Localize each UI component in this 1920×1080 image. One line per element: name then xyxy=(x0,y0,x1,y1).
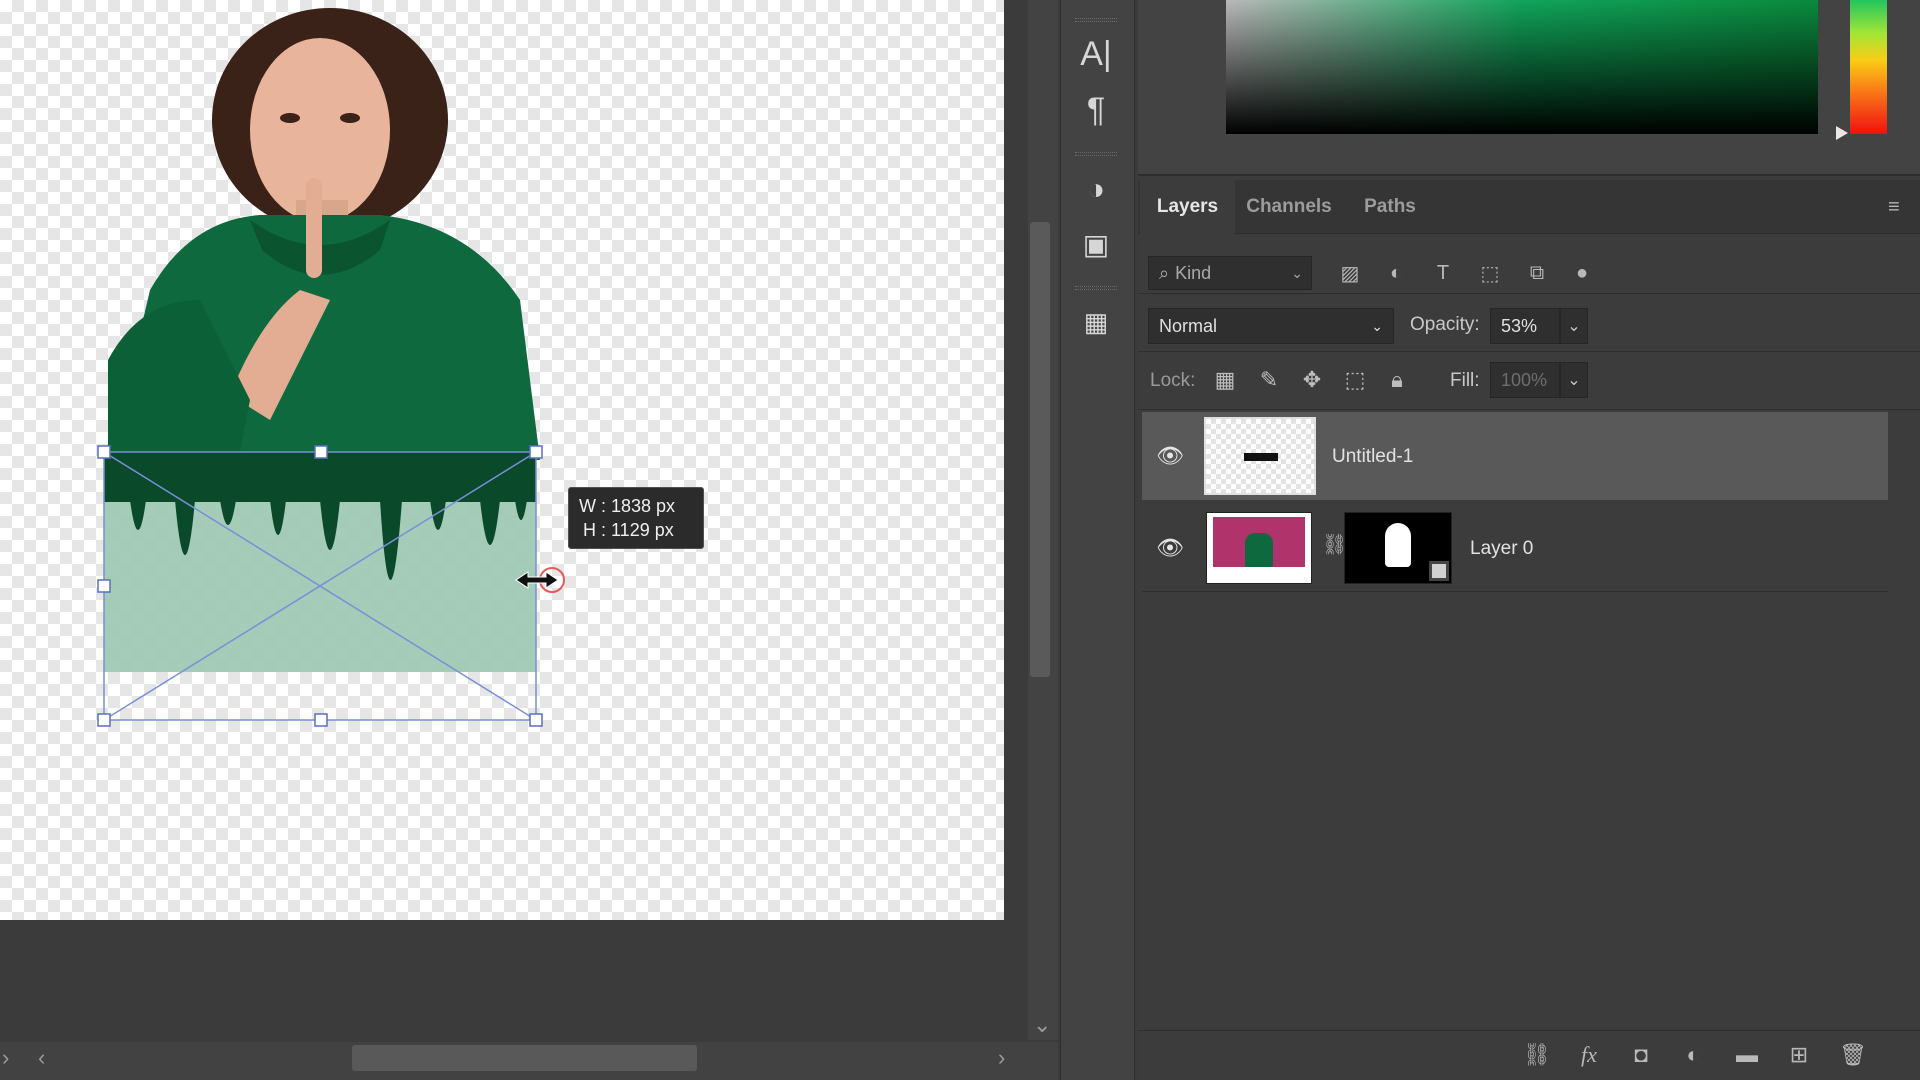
image-icon[interactable]: ▦ xyxy=(1072,300,1120,344)
panel-expand-icon[interactable]: › xyxy=(2,1045,9,1071)
lock-transparent-pixels-icon[interactable]: ▦ xyxy=(1210,364,1240,396)
adjustment-layer-filter-icon[interactable]: ◐ xyxy=(1380,258,1412,288)
transform-size-tooltip: W : 1838 px H : 1129 px xyxy=(568,487,704,549)
layer-row-untitled-1[interactable]: 👁︎ Untitled-1 xyxy=(1142,412,1888,500)
layer-thumbnail[interactable] xyxy=(1204,417,1316,495)
kind-filter-label: Kind xyxy=(1175,262,1212,283)
fx-icon[interactable]: fx xyxy=(1572,1040,1606,1070)
opacity-dropdown-icon[interactable]: ⌄ xyxy=(1560,308,1588,344)
mask-silhouette xyxy=(1385,523,1411,567)
hue-slider[interactable] xyxy=(1850,0,1887,134)
opacity-label: Opacity: xyxy=(1410,314,1480,335)
eye-icon[interactable]: 👁︎ xyxy=(1155,533,1185,563)
canvas-artwork xyxy=(97,8,565,727)
mask-badge-icon xyxy=(1429,561,1449,581)
lock-artboard-icon[interactable]: ⬚ xyxy=(1340,364,1370,396)
horizontal-scroll-thumb[interactable] xyxy=(352,1045,697,1071)
artboard-icon[interactable]: ▣ xyxy=(1072,222,1120,266)
lock-label: Lock: xyxy=(1150,370,1196,391)
strip-grip[interactable] xyxy=(1075,286,1117,290)
filter-toggle-icon[interactable]: ● xyxy=(1566,258,1598,288)
vertical-scroll-thumb[interactable] xyxy=(1030,222,1050,677)
scroll-right-icon[interactable]: › xyxy=(998,1045,1005,1071)
character-tool-icon[interactable]: A| xyxy=(1072,32,1120,76)
lock-all-icon[interactable]: 🔒︎ xyxy=(1382,364,1412,396)
document-canvas[interactable] xyxy=(0,0,1004,920)
layer-name[interactable]: Layer 0 xyxy=(1470,538,1533,560)
add-mask-icon[interactable]: ◘ xyxy=(1624,1040,1658,1070)
lock-image-pixels-icon[interactable]: ✎ xyxy=(1254,364,1284,396)
layer-mask-thumbnail[interactable] xyxy=(1344,512,1452,584)
lock-position-icon[interactable]: ✥ xyxy=(1297,364,1327,396)
delete-layer-icon[interactable]: 🗑︎ xyxy=(1836,1040,1870,1070)
eye-icon[interactable]: 👁︎ xyxy=(1155,441,1185,471)
tab-paths[interactable]: Paths xyxy=(1346,180,1434,234)
tooltip-height: H : 1129 px xyxy=(583,520,674,540)
fill-label: Fill: xyxy=(1450,370,1480,391)
new-group-icon[interactable]: ▬ xyxy=(1730,1040,1764,1070)
link-layers-icon[interactable]: ⛓︎ xyxy=(1520,1040,1554,1070)
drip-thumbnail-shape xyxy=(1244,453,1278,461)
panel-tool-strip xyxy=(1060,0,1135,1080)
tab-layers[interactable]: Layers xyxy=(1140,180,1235,234)
search-icon: ⌕ xyxy=(1159,262,1170,283)
strip-grip[interactable] xyxy=(1075,18,1117,22)
layer-name[interactable]: Untitled-1 xyxy=(1332,446,1413,468)
chevron-down-icon: ⌄ xyxy=(1371,317,1383,334)
layer-thumbnail[interactable] xyxy=(1206,512,1312,584)
hue-pointer-icon[interactable] xyxy=(1836,126,1848,140)
thumbnail-subject xyxy=(1245,533,1273,567)
fill-input[interactable]: 100% xyxy=(1490,362,1560,398)
scroll-left-icon[interactable]: ‹ xyxy=(38,1045,45,1071)
new-adjustment-layer-icon[interactable]: ◐ xyxy=(1676,1040,1710,1070)
new-layer-icon[interactable]: ⊞ xyxy=(1782,1040,1816,1070)
type-layer-filter-icon[interactable]: T xyxy=(1427,258,1459,288)
strip-grip[interactable] xyxy=(1075,152,1117,156)
fill-dropdown-icon[interactable]: ⌄ xyxy=(1560,362,1588,398)
chevron-down-icon: ⌄ xyxy=(1291,264,1303,281)
panel-menu-icon[interactable]: ≡ xyxy=(1888,196,1908,219)
scroll-down-icon[interactable]: ⌄ xyxy=(1033,1012,1051,1038)
adjustments-icon[interactable]: ◑ xyxy=(1072,168,1120,212)
paragraph-tool-icon[interactable]: ¶ xyxy=(1072,88,1120,132)
pixel-layer-filter-icon[interactable]: ▨ xyxy=(1334,258,1366,288)
shape-layer-filter-icon[interactable]: ⬚ xyxy=(1474,258,1506,288)
smart-object-filter-icon[interactable]: ⧉ xyxy=(1521,258,1553,288)
opacity-input[interactable]: 53% xyxy=(1490,308,1560,344)
tab-channels[interactable]: Channels xyxy=(1236,180,1342,234)
layer-row-layer-0[interactable]: 👁︎ ⛓︎ Layer 0 xyxy=(1142,504,1888,592)
blend-mode-value: Normal xyxy=(1159,315,1218,336)
color-picker-field[interactable] xyxy=(1226,0,1818,134)
tooltip-width: W : 1838 px xyxy=(579,496,676,516)
blend-mode-select[interactable]: Normal ⌄ xyxy=(1148,308,1394,344)
kind-filter-select[interactable]: ⌕ Kind ⌄ xyxy=(1148,256,1312,290)
